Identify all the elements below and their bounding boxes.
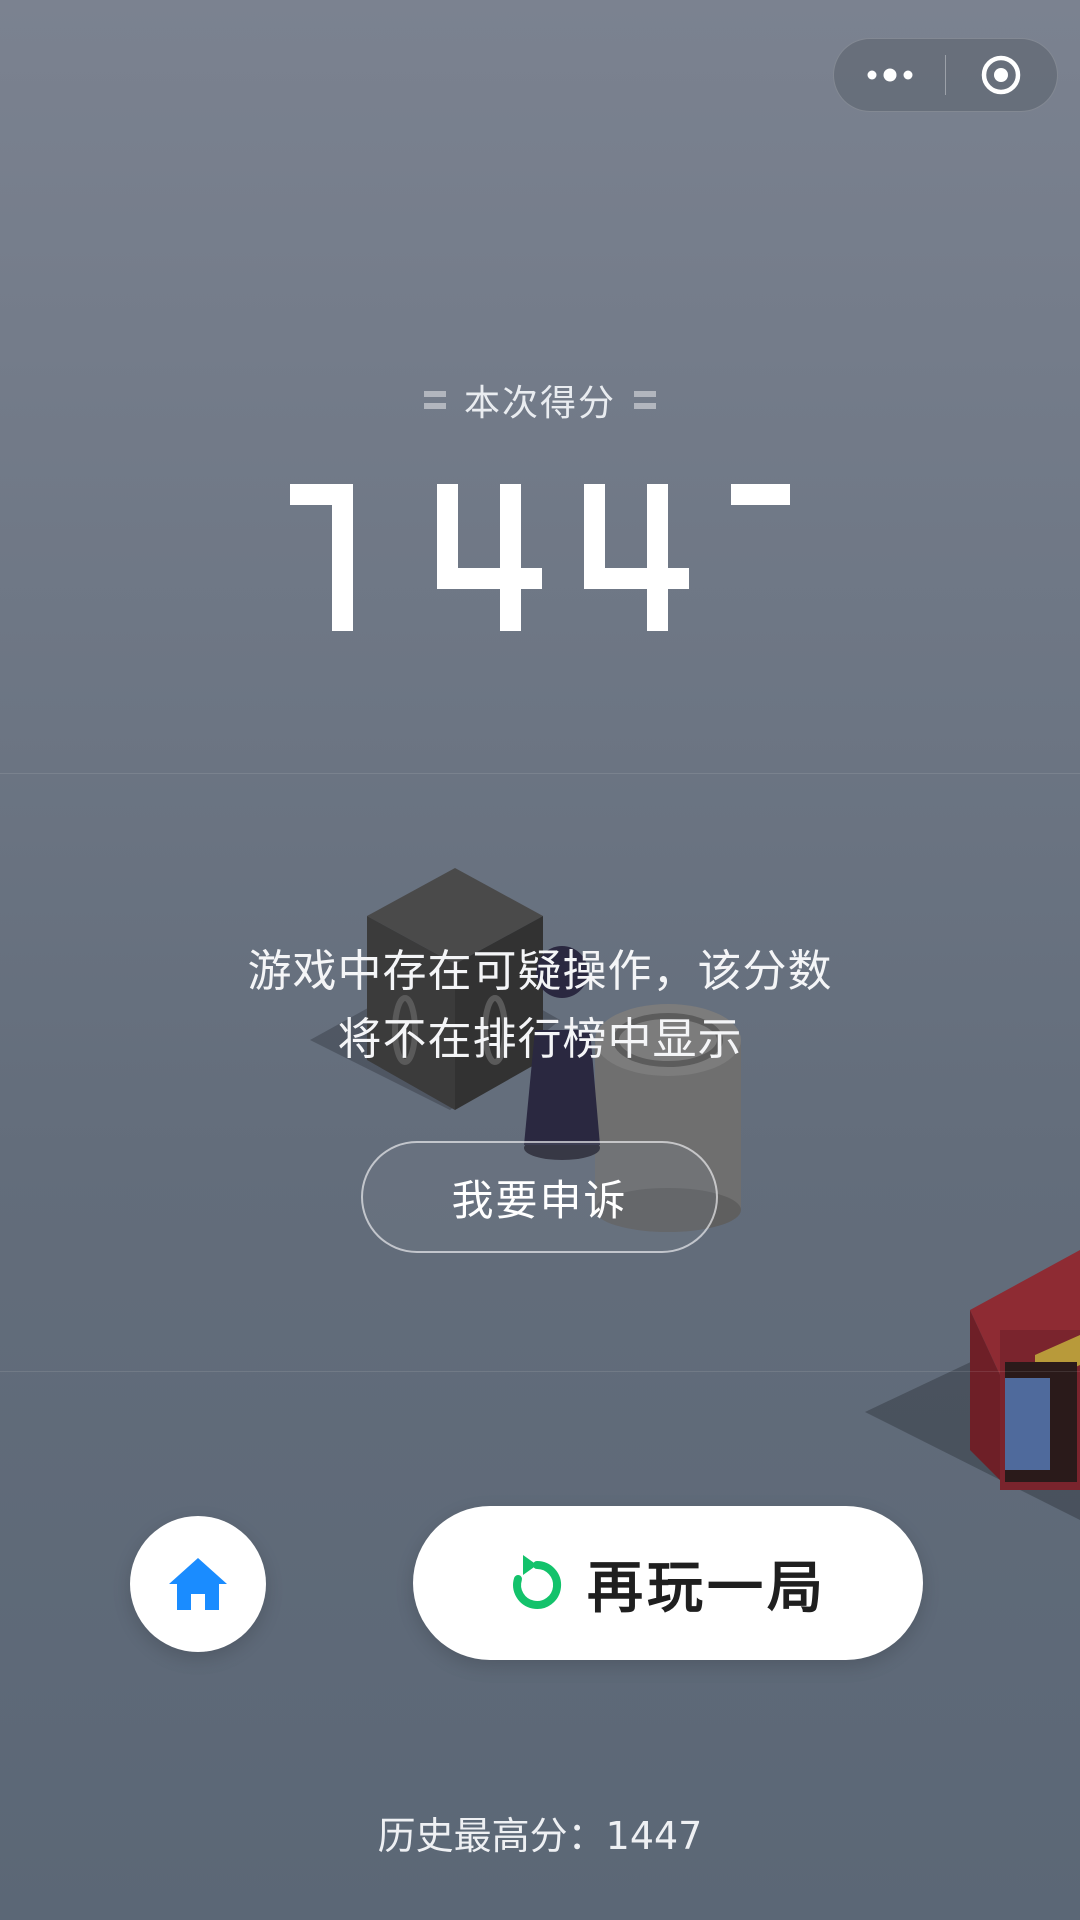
score-digit-pixel (500, 610, 521, 631)
more-button[interactable] (834, 38, 945, 112)
score-digit-pixel (647, 547, 668, 568)
best-score: 历史最高分：1447 (377, 1814, 703, 1858)
score-digit-pixel (437, 505, 458, 526)
score-digit-pixel (647, 505, 668, 526)
score-digit-pixel (773, 484, 790, 505)
score-digit-pixel (458, 568, 479, 589)
score-digit-pixel (332, 568, 353, 589)
score-digit-pixel (668, 568, 689, 589)
more-dots-icon (867, 68, 912, 82)
score-digit-pixel (332, 547, 353, 568)
score-label-text: 本次得分 (463, 383, 616, 424)
score-label: 本次得分 (0, 372, 1080, 428)
score-digit-pixel (647, 484, 668, 505)
score-value: 1447 (290, 484, 790, 631)
replay-arrow-icon (513, 1555, 562, 1609)
score-digit-pixel (332, 526, 353, 547)
score-digit-pixel (647, 589, 668, 610)
score-digit-pixel (437, 526, 458, 547)
score-digit-pixel (332, 505, 353, 526)
divider-top (0, 773, 1080, 774)
miniprogram-capsule (833, 38, 1058, 112)
target-circle-icon (982, 55, 1021, 95)
score-digit-pixel (332, 484, 353, 505)
score-digit-pixel (500, 589, 521, 610)
score-digit-pixel (437, 568, 458, 589)
score-digit-pixel (584, 547, 605, 568)
home-icon (169, 1558, 227, 1610)
replay-label: 再玩一局 (587, 1555, 827, 1621)
equals-decoration-left (423, 391, 446, 409)
score-digit-pixel (584, 568, 605, 589)
score-digit-pixel (647, 568, 668, 589)
close-miniprogram-button[interactable] (946, 38, 1057, 112)
warning-line-1: 游戏中存在可疑操作，该分数 (247, 946, 833, 997)
replay-button[interactable]: 再玩一局 (413, 1506, 923, 1660)
suspicious-warning: 游戏中存在可疑操作，该分数 将不在排行榜中显示 (0, 938, 1080, 1074)
score-digit-pixel (605, 568, 626, 589)
score-digit-pixel (584, 484, 605, 505)
score-digit-pixel (332, 610, 353, 631)
score-digit-pixel (500, 568, 521, 589)
score-digit-pixel (752, 484, 773, 505)
home-button[interactable] (130, 1516, 266, 1652)
score-digit-pixel (731, 484, 752, 505)
score-digit-pixel (500, 484, 521, 505)
score-digit-pixel (521, 568, 542, 589)
score-digit-pixel (584, 526, 605, 547)
score-digit-pixel (332, 589, 353, 610)
score-digit-pixel (437, 484, 458, 505)
score-digit-pixel (311, 484, 332, 505)
warning-line-2: 将不在排行榜中显示 (337, 1014, 743, 1065)
score-digit-pixel (584, 505, 605, 526)
score-digit-pixel (437, 547, 458, 568)
score-digit-pixel (500, 526, 521, 547)
score-digit-pixel (647, 526, 668, 547)
score-digit-pixel (647, 610, 668, 631)
score-digit-pixel (500, 505, 521, 526)
score-digit-pixel (479, 568, 500, 589)
appeal-button[interactable]: 我要申诉 (361, 1141, 718, 1253)
score-digit-pixel (290, 484, 311, 505)
score-digit-pixel (500, 547, 521, 568)
divider-bottom (0, 1371, 1080, 1372)
score-digit-pixel (626, 568, 647, 589)
equals-decoration-right (634, 391, 656, 409)
